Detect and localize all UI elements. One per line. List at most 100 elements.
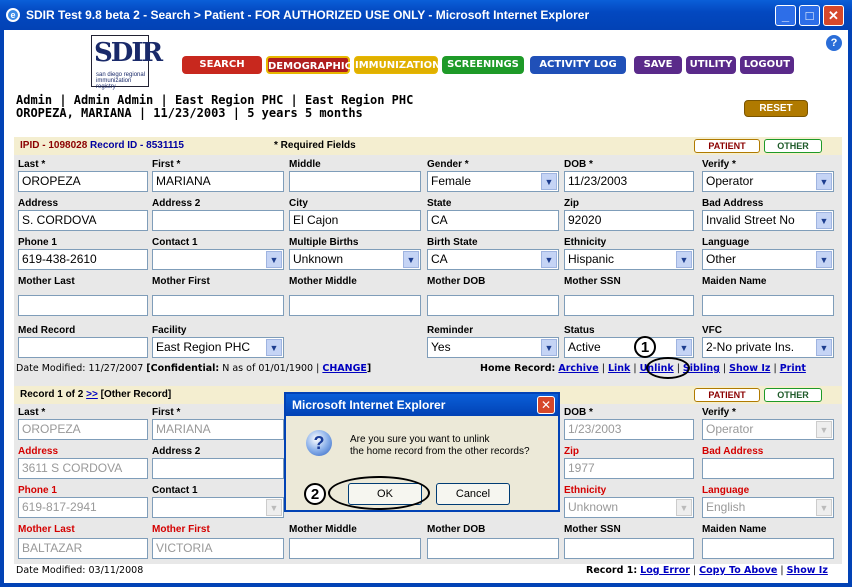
copy-to-above-link[interactable]: Copy To Above <box>699 565 777 576</box>
label-middle: Middle <box>289 159 321 170</box>
log-error-link[interactable]: Log Error <box>640 565 690 576</box>
print-link[interactable]: Print <box>780 363 806 374</box>
address2-field[interactable] <box>152 210 284 231</box>
patient-form: Last * First * Middle Gender * DOB * Ver… <box>14 155 842 388</box>
other-phone1-field: 619-817-2941 <box>18 497 148 518</box>
verify-value: Operator <box>706 174 754 188</box>
next-record-link[interactable]: >> <box>86 389 98 400</box>
question-icon: ? <box>306 430 332 456</box>
chevron-down-icon: ▼ <box>266 251 282 268</box>
last-name-field[interactable]: OROPEZA <box>18 171 148 192</box>
nav-utility[interactable]: UTILITY <box>686 56 736 74</box>
other-first-field: MARIANA <box>152 419 284 440</box>
other-record-label: [Other Record] <box>100 389 172 400</box>
maiden-name-field[interactable] <box>702 295 834 316</box>
other-maiden-name-field <box>702 538 834 559</box>
patient-tab[interactable]: PATIENT <box>694 139 760 153</box>
status-select[interactable]: Active ▼ <box>564 337 694 358</box>
other-verify-select: Operator ▼ <box>702 419 834 440</box>
first-name-field[interactable]: MARIANA <box>152 171 284 192</box>
other-label-mother-ssn: Mother SSN <box>564 524 621 535</box>
ethnicity-select[interactable]: Hispanic ▼ <box>564 249 694 270</box>
facility-value: East Region PHC <box>156 340 251 354</box>
show-iz-link[interactable]: Show Iz <box>729 363 770 374</box>
city-field[interactable]: El Cajon <box>289 210 421 231</box>
label-reminder: Reminder <box>427 325 474 336</box>
status-value: Active <box>568 340 601 354</box>
label-vfc: VFC <box>702 325 722 336</box>
gender-value: Female <box>431 174 472 188</box>
chevron-down-icon: ▼ <box>816 173 832 190</box>
mother-dob-field[interactable] <box>427 295 559 316</box>
contact1-select[interactable]: ▼ <box>152 249 284 270</box>
state-field[interactable]: CA <box>427 210 559 231</box>
mother-first-field[interactable] <box>152 295 284 316</box>
vfc-select[interactable]: 2-No private Ins. ▼ <box>702 337 834 358</box>
other-address2-field <box>152 458 284 479</box>
facility-select[interactable]: East Region PHC ▼ <box>152 337 284 358</box>
label-zip: Zip <box>564 198 579 209</box>
bad-address-value: Invalid Street No <box>706 213 795 227</box>
reset-button[interactable]: RESET <box>744 100 808 117</box>
chevron-down-icon: ▼ <box>266 499 282 516</box>
window-titlebar: e SDIR Test 9.8 beta 2 - Search > Patien… <box>0 0 852 30</box>
nav-demographics[interactable]: DEMOGRAPHICS <box>266 56 359 74</box>
patient-footer: Date Modified: 11/27/2007 [Confidential:… <box>16 363 806 374</box>
other-other-tab[interactable]: OTHER <box>764 388 822 402</box>
cancel-button[interactable]: Cancel <box>436 483 510 505</box>
nav-save[interactable]: SAVE <box>634 56 682 74</box>
med-record-field[interactable] <box>18 337 148 358</box>
other-mother-first-field: VICTORIA <box>152 538 284 559</box>
chevron-down-icon: ▼ <box>541 339 557 356</box>
language-value: Other <box>706 252 737 266</box>
ok-highlight-oval <box>328 476 430 510</box>
label-mother-last: Mother Last <box>18 276 75 287</box>
address-field[interactable]: S. CORDOVA <box>18 210 148 231</box>
other-show-iz-link[interactable]: Show Iz <box>787 565 828 576</box>
close-window-button[interactable]: ✕ <box>823 5 844 26</box>
other-contact1-select: ▼ <box>152 497 284 518</box>
chevron-down-icon: ▼ <box>266 339 282 356</box>
birth-state-select[interactable]: CA ▼ <box>427 249 559 270</box>
bad-address-select[interactable]: Invalid Street No ▼ <box>702 210 834 231</box>
mother-ssn-field[interactable] <box>564 295 694 316</box>
dialog-close-icon[interactable]: ✕ <box>537 396 555 414</box>
label-status: Status <box>564 325 595 336</box>
other-bad-address-field <box>702 458 834 479</box>
mother-last-field[interactable] <box>18 295 148 316</box>
other-label-contact1: Contact 1 <box>152 485 198 496</box>
other-patient-tab[interactable]: PATIENT <box>694 388 760 402</box>
nav-screenings[interactable]: SCREENINGS <box>442 56 524 74</box>
chevron-down-icon: ▼ <box>816 339 832 356</box>
unlink-highlight-oval <box>646 357 690 379</box>
label-ethnicity: Ethnicity <box>564 237 607 248</box>
dialog-message: Are you sure you want to unlink the home… <box>350 434 530 458</box>
middle-name-field[interactable] <box>289 171 421 192</box>
nav-logout[interactable]: LOGOUT <box>740 56 794 74</box>
phone1-field[interactable]: 619-438-2610 <box>18 249 148 270</box>
multiple-births-select[interactable]: Unknown ▼ <box>289 249 421 270</box>
gender-select[interactable]: Female ▼ <box>427 171 559 192</box>
ipid: IPID - 1098028 <box>20 140 88 151</box>
archive-link[interactable]: Archive <box>558 363 598 374</box>
link-link[interactable]: Link <box>608 363 630 374</box>
label-bad-address: Bad Address <box>702 198 764 209</box>
minimize-button[interactable]: _ <box>775 5 796 26</box>
nav-search[interactable]: SEARCH <box>182 56 262 74</box>
reminder-select[interactable]: Yes ▼ <box>427 337 559 358</box>
user-line-2: OROPEZA, MARIANA | 11/23/2003 | 5 years … <box>16 106 363 120</box>
other-mother-dob-field <box>427 538 559 559</box>
other-mother-middle-field <box>289 538 421 559</box>
other-zip-field: 1977 <box>564 458 694 479</box>
change-link[interactable]: CHANGE <box>322 363 367 374</box>
dob-field[interactable]: 11/23/2003 <box>564 171 694 192</box>
help-icon[interactable]: ? <box>826 35 842 51</box>
nav-immunization[interactable]: IMMUNIZATION <box>354 56 440 74</box>
language-select[interactable]: Other ▼ <box>702 249 834 270</box>
zip-field[interactable]: 92020 <box>564 210 694 231</box>
other-tab[interactable]: OTHER <box>764 139 822 153</box>
verify-select[interactable]: Operator ▼ <box>702 171 834 192</box>
nav-activity-log[interactable]: ACTIVITY LOG <box>530 56 626 74</box>
maximize-button[interactable]: □ <box>799 5 820 26</box>
mother-middle-field[interactable] <box>289 295 421 316</box>
